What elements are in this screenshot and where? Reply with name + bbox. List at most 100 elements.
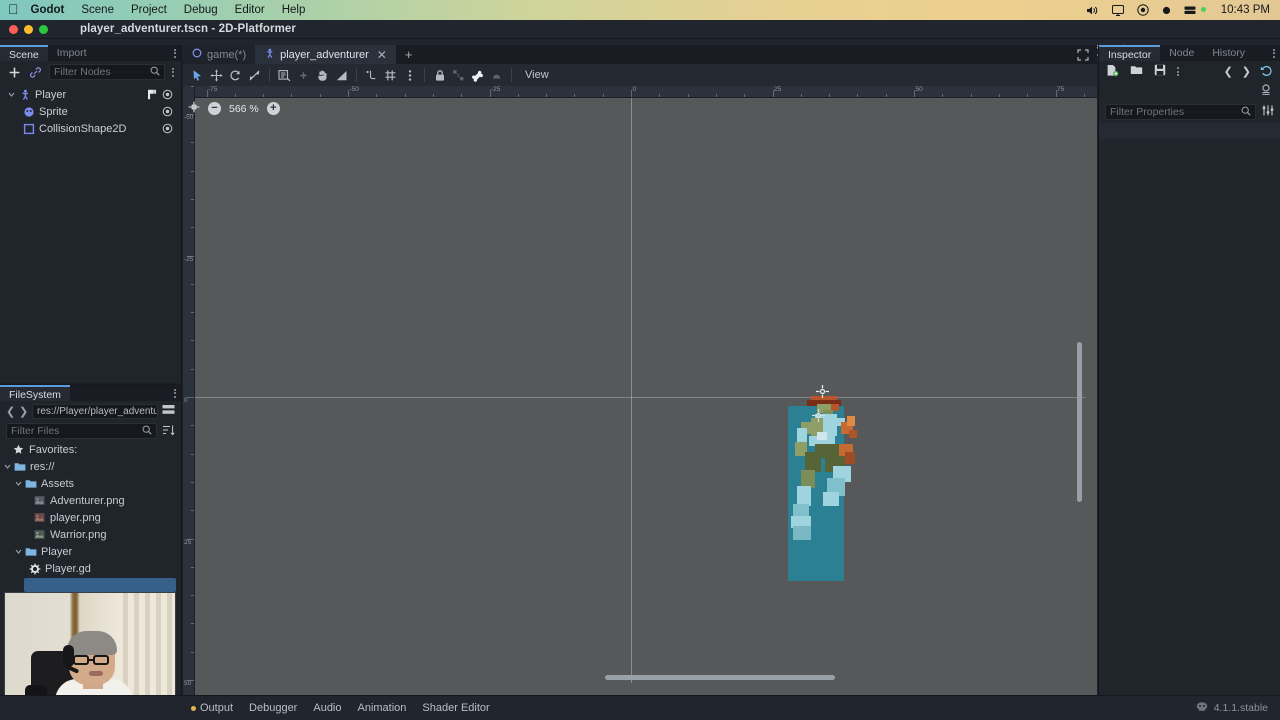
- folder-open-icon[interactable]: [1130, 64, 1143, 79]
- filter-files-input[interactable]: Filter Files: [6, 423, 157, 439]
- chevron-right-icon[interactable]: ❯: [19, 405, 28, 418]
- ruler-tool-icon[interactable]: [332, 66, 351, 85]
- group-icon[interactable]: [449, 66, 468, 85]
- visibility-toggle-player[interactable]: [162, 89, 173, 103]
- sort-icon[interactable]: [162, 424, 175, 439]
- tab-import[interactable]: Import: [48, 45, 96, 61]
- menu-item-help[interactable]: Help: [282, 4, 306, 16]
- bottom-panel-animation[interactable]: Animation: [358, 702, 407, 714]
- filesystem-item-player-png[interactable]: player.png: [0, 509, 181, 526]
- select-tool-icon[interactable]: [188, 66, 207, 85]
- rotate-tool-icon[interactable]: [226, 66, 245, 85]
- filter-properties-input[interactable]: Filter Properties: [1105, 104, 1256, 120]
- tab-history[interactable]: History: [1203, 45, 1254, 61]
- tab-scene[interactable]: Scene: [0, 45, 48, 61]
- viewport-horizontal-scrollbar[interactable]: [207, 675, 1085, 680]
- viewport-canvas-area[interactable]: -100-75-50-250255075100 -50-250255075100…: [183, 86, 1097, 695]
- ruler-pivot-icon[interactable]: [294, 66, 313, 85]
- filesystem-selected-row[interactable]: [24, 578, 176, 592]
- add-node-button[interactable]: [7, 65, 21, 79]
- visibility-toggle-collisionshape2d[interactable]: [162, 123, 173, 137]
- minimize-button[interactable]: [24, 24, 33, 34]
- tab-node[interactable]: Node: [1160, 45, 1203, 61]
- filesystem-item-assets[interactable]: Assets: [0, 475, 181, 492]
- scene-menu-icon[interactable]: [172, 66, 174, 78]
- current-path-display[interactable]: res://Player/player_adventu: [32, 403, 158, 419]
- pan-tool-icon[interactable]: [313, 66, 332, 85]
- grid-snap-icon[interactable]: [381, 66, 400, 85]
- canvas-2d[interactable]: [195, 98, 1085, 683]
- instance-scene-button[interactable]: [28, 65, 42, 79]
- close-icon[interactable]: ✕: [377, 48, 387, 62]
- move-tool-icon[interactable]: [207, 66, 226, 85]
- maximize-button[interactable]: [39, 24, 48, 34]
- bottom-panel-debugger[interactable]: Debugger: [249, 702, 297, 714]
- chevron-left-icon[interactable]: ❮: [1224, 65, 1233, 78]
- zoom-level-label[interactable]: 566 %: [229, 103, 259, 115]
- viewport-vertical-scrollbar[interactable]: [1077, 120, 1082, 682]
- filesystem-dock-overflow-icon[interactable]: [174, 387, 176, 399]
- zoom-center-icon[interactable]: [188, 101, 200, 116]
- menu-item-godot[interactable]: Godot: [31, 4, 65, 16]
- horizontal-ruler[interactable]: -100-75-50-250255075100: [183, 86, 1097, 98]
- chevron-down-icon[interactable]: [15, 548, 24, 555]
- bottom-panel-output[interactable]: Output: [191, 702, 233, 714]
- inspector-dock-overflow-icon[interactable]: [1273, 47, 1275, 59]
- bottom-panel-shader-editor[interactable]: Shader Editor: [422, 702, 489, 714]
- menu-item-editor[interactable]: Editor: [235, 4, 265, 16]
- menu-item-project[interactable]: Project: [131, 4, 167, 16]
- menu-bar-clock[interactable]: 10:43 PM: [1221, 4, 1270, 16]
- chevron-down-icon[interactable]: [8, 91, 18, 98]
- new-resource-icon[interactable]: [1106, 64, 1119, 80]
- list-tool-icon[interactable]: [275, 66, 294, 85]
- scale-tool-icon[interactable]: [245, 66, 264, 85]
- filter-nodes-input[interactable]: Filter Nodes: [49, 64, 165, 80]
- chevron-down-icon[interactable]: [4, 463, 13, 470]
- filesystem-item-adventurer-png[interactable]: Adventurer.png: [0, 492, 181, 509]
- chevron-down-icon[interactable]: [15, 480, 24, 487]
- scene-dock-overflow-icon[interactable]: [174, 47, 176, 59]
- view-menu-button[interactable]: View: [517, 69, 557, 81]
- battery-icon[interactable]: [1184, 5, 1197, 16]
- snap-mode-icon[interactable]: [362, 66, 381, 85]
- scene-tree-item-player[interactable]: Player: [0, 86, 181, 103]
- script-attached-icon[interactable]: [147, 89, 157, 103]
- save-icon[interactable]: [1154, 64, 1166, 79]
- expand-icon[interactable]: [1069, 45, 1097, 64]
- inspector-tools-icon[interactable]: [1177, 66, 1179, 78]
- tab-inspector[interactable]: Inspector: [1099, 45, 1161, 61]
- split-view-icon[interactable]: [162, 404, 175, 419]
- scene-tab-game[interactable]: game(*): [183, 45, 256, 64]
- control-center-icon[interactable]: [1137, 4, 1149, 16]
- volume-icon[interactable]: [1086, 5, 1099, 16]
- bottom-panel-audio[interactable]: Audio: [313, 702, 341, 714]
- filesystem-item-player-folder[interactable]: Player: [0, 543, 181, 560]
- display-icon[interactable]: [1111, 4, 1124, 16]
- lock-icon[interactable]: [430, 66, 449, 85]
- filesystem-item-res-root[interactable]: res://: [0, 458, 181, 475]
- filesystem-item-favorites[interactable]: Favorites:: [0, 441, 181, 458]
- zoom-out-button[interactable]: −: [208, 102, 221, 115]
- origin-gizmo-icon[interactable]: [812, 409, 825, 425]
- scene-tab-player-adventurer[interactable]: player_adventurer ✕: [255, 45, 396, 64]
- scene-tree-item-collisionshape2d[interactable]: CollisionShape2D: [0, 120, 181, 137]
- history-icon[interactable]: [1260, 64, 1273, 80]
- scene-tree-item-sprite[interactable]: Sprite: [0, 103, 181, 120]
- apple-icon[interactable]: : [8, 2, 19, 16]
- record-dot-icon[interactable]: [1162, 6, 1171, 15]
- add-scene-tab-button[interactable]: +: [395, 45, 422, 64]
- chevron-right-icon[interactable]: ❯: [1242, 65, 1251, 78]
- zoom-in-button[interactable]: +: [266, 102, 280, 115]
- pivot-gizmo-icon[interactable]: [816, 385, 829, 401]
- skeleton-options-icon[interactable]: [487, 66, 506, 85]
- filesystem-item-warrior-png[interactable]: Warrior.png: [0, 526, 181, 543]
- menu-item-scene[interactable]: Scene: [81, 4, 114, 16]
- menu-item-debug[interactable]: Debug: [184, 4, 218, 16]
- snap-options-icon[interactable]: [400, 66, 419, 85]
- close-button[interactable]: [9, 24, 18, 34]
- tab-filesystem[interactable]: FileSystem: [0, 385, 70, 401]
- chevron-left-icon[interactable]: ❮: [6, 405, 15, 418]
- filesystem-item-player-gd[interactable]: Player.gd: [0, 560, 181, 577]
- open-docs-icon[interactable]: [1259, 83, 1273, 100]
- visibility-toggle-sprite[interactable]: [162, 106, 173, 120]
